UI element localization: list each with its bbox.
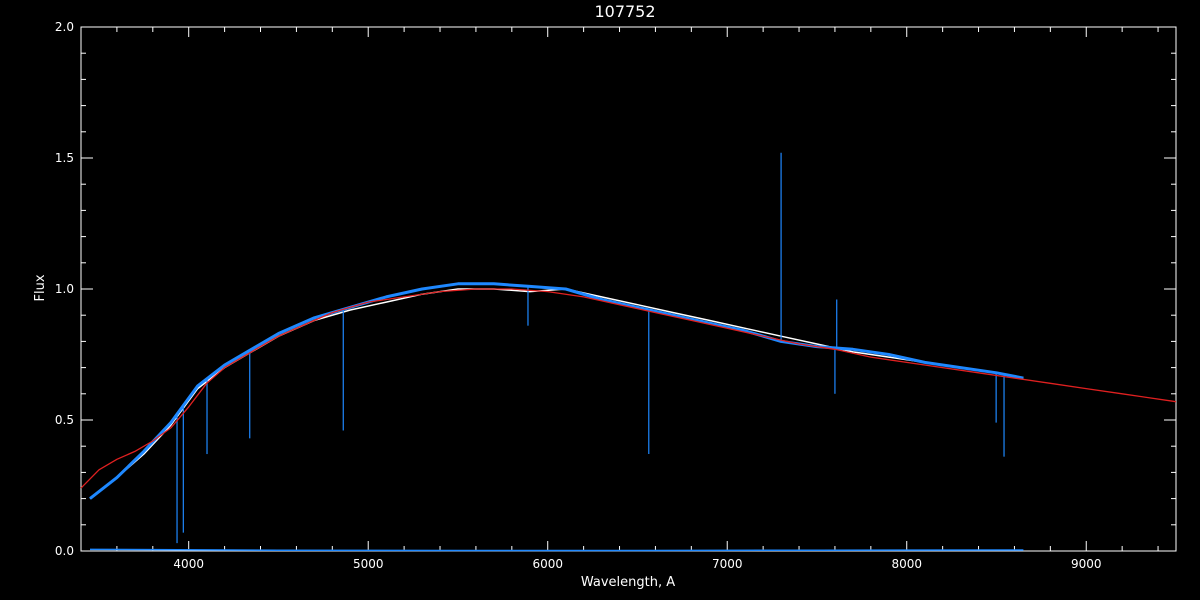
- x-tick-label: 7000: [712, 557, 743, 571]
- y-tick-label: 1.5: [55, 151, 74, 165]
- x-tick-label: 8000: [891, 557, 922, 571]
- spectrum-chart: 107752 Wavelength, A Flux 4000 5000 6000 70…: [0, 0, 1200, 600]
- y-tick-label: 0.0: [55, 544, 74, 558]
- y-tick-label: 0.5: [55, 413, 74, 427]
- x-tick-label: 4000: [173, 557, 204, 571]
- chart-svg: 107752 Wavelength, A Flux 4000 5000 6000 70…: [0, 0, 1200, 600]
- x-tick-label: 9000: [1071, 557, 1102, 571]
- x-tick-label: 5000: [353, 557, 384, 571]
- x-tick-label: 6000: [532, 557, 563, 571]
- y-axis-label: Flux: [33, 274, 48, 301]
- x-axis-label: Wavelength, A: [581, 575, 675, 590]
- y-tick-label: 1.0: [55, 282, 74, 296]
- chart-title: 107752: [594, 2, 655, 21]
- y-tick-label: 2.0: [55, 20, 74, 34]
